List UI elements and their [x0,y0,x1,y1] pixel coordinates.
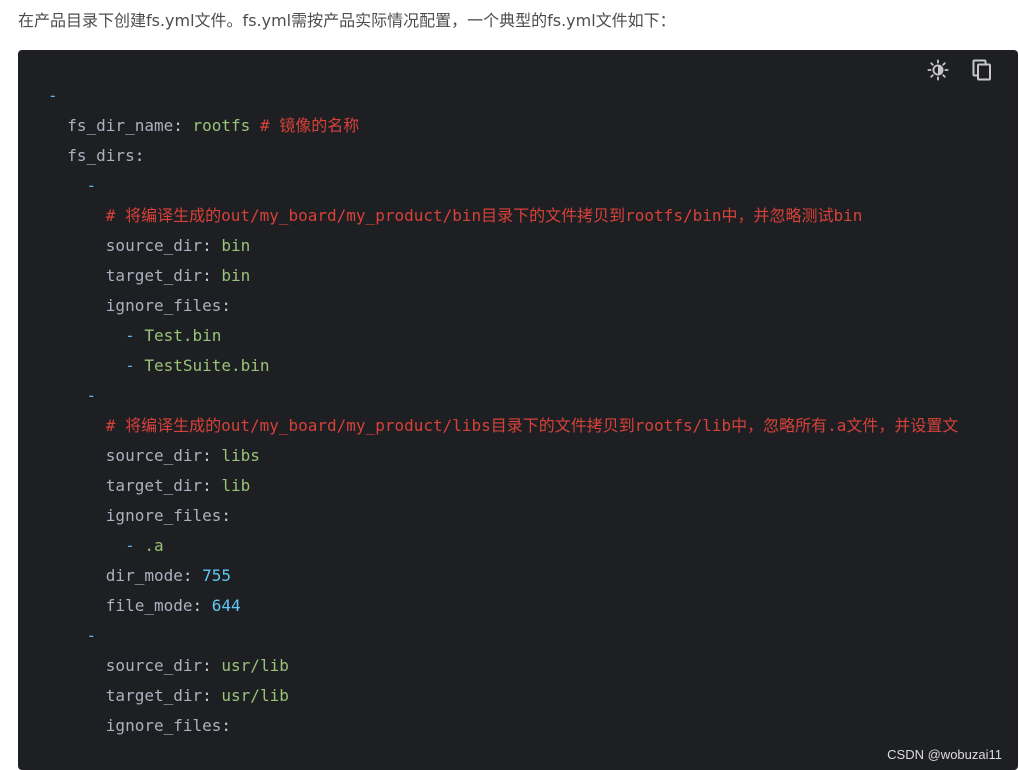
yaml-key: source_dir [105,656,203,675]
yaml-colon: : [202,266,212,285]
list-dash: - [86,386,97,405]
code-line: ignore_files: [48,501,1018,531]
code-line: target_dir: usr/lib [48,681,1018,711]
yaml-colon: : [221,506,232,525]
list-dash: - [86,176,97,195]
yaml-key: ignore_files [105,716,222,735]
yaml-value: libs [221,446,260,465]
yaml-list-item: Test.bin [144,326,222,345]
yaml-value: bin [221,266,251,285]
yaml-colon: : [134,146,145,165]
yaml-colon: : [202,446,212,465]
yaml-colon: : [221,716,232,735]
code-line: dir_mode: 755 [48,561,1018,591]
code-line: - [48,381,1018,411]
yaml-value: bin [221,236,251,255]
code-line: - [48,171,1018,201]
code-line: - [48,621,1018,651]
code-toolbar [926,58,994,82]
code-line: target_dir: bin [48,261,1018,291]
theme-toggle-icon [927,59,949,81]
yaml-number: 644 [211,596,241,615]
yaml-key: target_dir [105,266,203,285]
yaml-comment: # 将编译生成的out/my_board/my_product/bin目录下的文… [105,206,863,225]
code-line: - Test.bin [48,321,1018,351]
yaml-colon: : [202,656,212,675]
code-line: file_mode: 644 [48,591,1018,621]
yaml-value: lib [221,476,251,495]
yaml-value: usr/lib [221,656,289,675]
yaml-key: source_dir [105,446,203,465]
list-dash: - [125,326,145,345]
yaml-colon: : [202,236,212,255]
yaml-key: target_dir [105,476,203,495]
code-line: target_dir: lib [48,471,1018,501]
theme-toggle-button[interactable] [926,58,950,82]
code-line: source_dir: bin [48,231,1018,261]
code-line: ignore_files: [48,291,1018,321]
yaml-key: source_dir [105,236,203,255]
code-line: source_dir: usr/lib [48,651,1018,681]
yaml-list-item: TestSuite.bin [144,356,270,375]
code-block: - fs_dir_name: rootfs # 镜像的名称 fs_dirs: -… [18,50,1018,770]
watermark: CSDN @wobuzai11 [887,747,1002,762]
code-line: - [48,81,1018,111]
code-line: ignore_files: [48,711,1018,741]
code-line: fs_dir_name: rootfs # 镜像的名称 [48,111,1018,141]
code-content: - fs_dir_name: rootfs # 镜像的名称 fs_dirs: -… [48,81,1018,741]
yaml-comment: # 镜像的名称 [259,116,360,135]
code-line: # 将编译生成的out/my_board/my_product/libs目录下的… [48,411,1018,441]
yaml-colon: : [202,686,212,705]
list-dash: - [125,536,145,555]
yaml-number: 755 [202,566,232,585]
yaml-list-item: .a [144,536,164,555]
yaml-key: fs_dir_name [67,116,174,135]
list-dash: - [86,626,97,645]
intro-paragraph: 在产品目录下创建fs.yml文件。fs.yml需按产品实际情况配置，一个典型的f… [18,11,676,30]
yaml-colon: : [182,566,193,585]
copy-button[interactable] [970,58,994,82]
yaml-key: fs_dirs [67,146,135,165]
yaml-value: usr/lib [221,686,289,705]
list-dash: - [48,86,58,105]
yaml-key: file_mode [105,596,193,615]
list-dash: - [125,356,145,375]
code-line: # 将编译生成的out/my_board/my_product/bin目录下的文… [48,201,1018,231]
yaml-key: target_dir [105,686,203,705]
yaml-comment: # 将编译生成的out/my_board/my_product/libs目录下的… [105,416,959,435]
yaml-value: rootfs [192,116,251,135]
copy-icon [972,59,991,81]
code-line: source_dir: libs [48,441,1018,471]
yaml-key: dir_mode [105,566,183,585]
yaml-key: ignore_files [105,506,222,525]
code-line: fs_dirs: [48,141,1018,171]
yaml-key: ignore_files [105,296,222,315]
code-line: - .a [48,531,1018,561]
yaml-colon: : [192,596,203,615]
yaml-colon: : [173,116,183,135]
yaml-colon: : [202,476,212,495]
yaml-colon: : [221,296,232,315]
code-line: - TestSuite.bin [48,351,1018,381]
